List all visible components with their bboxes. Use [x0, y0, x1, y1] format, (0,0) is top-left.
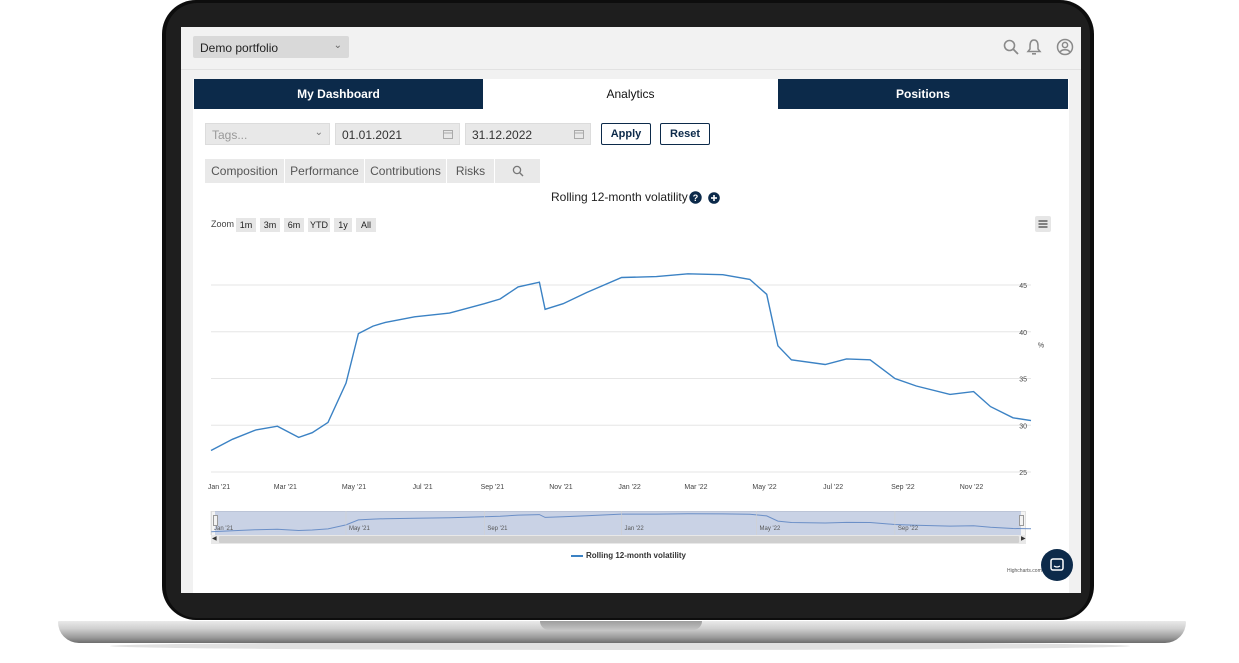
chart-credits[interactable]: Highcharts.com: [1007, 568, 1042, 574]
legend-item[interactable]: Rolling 12-month volatility: [586, 551, 686, 560]
legend-swatch: [571, 555, 583, 557]
chat-button[interactable]: [1041, 549, 1073, 581]
bell-icon[interactable]: [1025, 38, 1043, 56]
portfolio-select[interactable]: Demo portfolio ⌄: [193, 36, 349, 58]
laptop-notch: [540, 621, 702, 630]
scroll-left-arrow-icon[interactable]: ◀: [212, 535, 217, 542]
chevron-down-icon: ⌄: [333, 40, 342, 51]
main-panel: My Dashboard Analytics Positions Tags...…: [193, 79, 1073, 593]
scroll-right-arrow-icon[interactable]: ▶: [1021, 535, 1026, 542]
navigator-tick-label: Jan '21: [214, 526, 234, 532]
portfolio-select-value: Demo portfolio: [200, 41, 279, 55]
search-icon[interactable]: [1002, 38, 1020, 56]
navigator-series: Jan '21 May '21 Sep '21 Jan '22 May '22 Sep '…: [210, 511, 1032, 535]
navigator-right-handle[interactable]: [1019, 515, 1024, 526]
navigator-scrollbar-thumb[interactable]: [219, 536, 1019, 543]
laptop-shadow: [110, 642, 1130, 650]
navigator-tick-label: May '21: [349, 526, 370, 532]
user-icon[interactable]: [1056, 38, 1074, 56]
navigator-tick-label: Sep '21: [487, 526, 508, 532]
navigator-left-handle[interactable]: [213, 515, 218, 526]
navigator-tick-label: Sep '22: [898, 526, 919, 532]
top-bar: Demo portfolio ⌄: [181, 27, 1081, 70]
navigator-tick-label: Jan '22: [625, 526, 645, 532]
navigator-tick-label: May '22: [760, 526, 781, 532]
chat-icon: [1050, 558, 1064, 571]
app-screen: Demo portfolio ⌄ My Dashboard Analytics …: [181, 27, 1081, 593]
